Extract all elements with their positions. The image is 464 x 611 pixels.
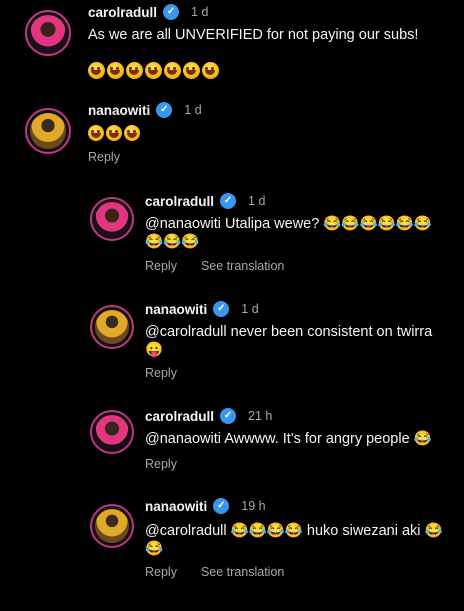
rolling-laughing-emoji-icon [183,62,200,79]
emoji-line [88,62,221,82]
laughing-emoji-icon [124,125,140,141]
rolling-laughing-emoji-icon [107,62,124,79]
reply-button[interactable]: Reply [88,150,120,164]
verified-badge-icon: ✓ [213,498,230,514]
comment-text: @carolradull 😂😂😂😂 huko siwezani aki 😂 [145,523,443,539]
verified-badge-icon: ✓ [220,408,237,424]
laughing-emoji-icon [106,125,122,141]
rolling-laughing-emoji-icon [145,62,162,79]
comment-text-continued: 😂😂😂 [145,234,200,250]
see-translation-link[interactable]: See translation [201,565,284,579]
timestamp: 1 d [248,194,266,208]
reply-comment: nanaowiti ✓ 19 h @carolradull 😂😂😂😂 huko … [0,490,464,590]
timestamp: 1 d [184,103,202,117]
timestamp: 1 d [241,302,259,316]
verified-badge-icon: ✓ [213,301,230,317]
rolling-laughing-emoji-icon [202,62,219,79]
comment-text: @nanaowiti Awwww. It's for angry people … [145,431,432,447]
comment: carolradull ✓ 1 d As we are all UNVERIFI… [0,0,464,90]
avatar[interactable] [25,108,71,154]
username[interactable]: nanaowiti [145,499,207,514]
rolling-laughing-emoji-icon [164,62,181,79]
reply-button[interactable]: Reply [145,565,177,579]
username[interactable]: carolradull [88,5,157,20]
verified-badge-icon: ✓ [156,102,173,118]
avatar[interactable] [90,305,134,349]
username[interactable]: nanaowiti [88,103,150,118]
verified-badge-icon: ✓ [220,193,237,209]
reply-button[interactable]: Reply [145,457,177,471]
avatar[interactable] [90,504,134,548]
emoji-line [88,125,142,144]
avatar[interactable] [90,197,134,241]
comment: nanaowiti ✓ 1 d Reply [0,95,464,175]
verified-badge-icon: ✓ [163,4,180,20]
avatar[interactable] [25,10,71,56]
timestamp: 21 h [248,409,273,423]
comment-text: As we are all UNVERIFIED for not paying … [88,27,419,43]
comment-text-continued: 😛 [145,342,164,358]
username[interactable]: carolradull [145,409,214,424]
reply-comment: carolradull ✓ 1 d @nanaowiti Utalipa wew… [0,185,464,280]
avatar[interactable] [90,410,134,454]
laughing-emoji-icon [88,125,104,141]
reply-comment: carolradull ✓ 21 h @nanaowiti Awwww. It'… [0,400,464,485]
rolling-laughing-emoji-icon [126,62,143,79]
timestamp: 1 d [191,5,209,19]
rolling-laughing-emoji-icon [88,62,105,79]
reply-button[interactable]: Reply [145,366,177,380]
timestamp: 19 h [241,499,266,513]
username[interactable]: nanaowiti [145,302,207,317]
see-translation-link[interactable]: See translation [201,259,284,273]
reply-button[interactable]: Reply [145,259,177,273]
comment-text-continued: 😂 [145,541,164,557]
comment-text: @carolradull never been consistent on tw… [145,324,433,340]
username[interactable]: carolradull [145,194,214,209]
reply-comment: nanaowiti ✓ 1 d @carolradull never been … [0,295,464,390]
